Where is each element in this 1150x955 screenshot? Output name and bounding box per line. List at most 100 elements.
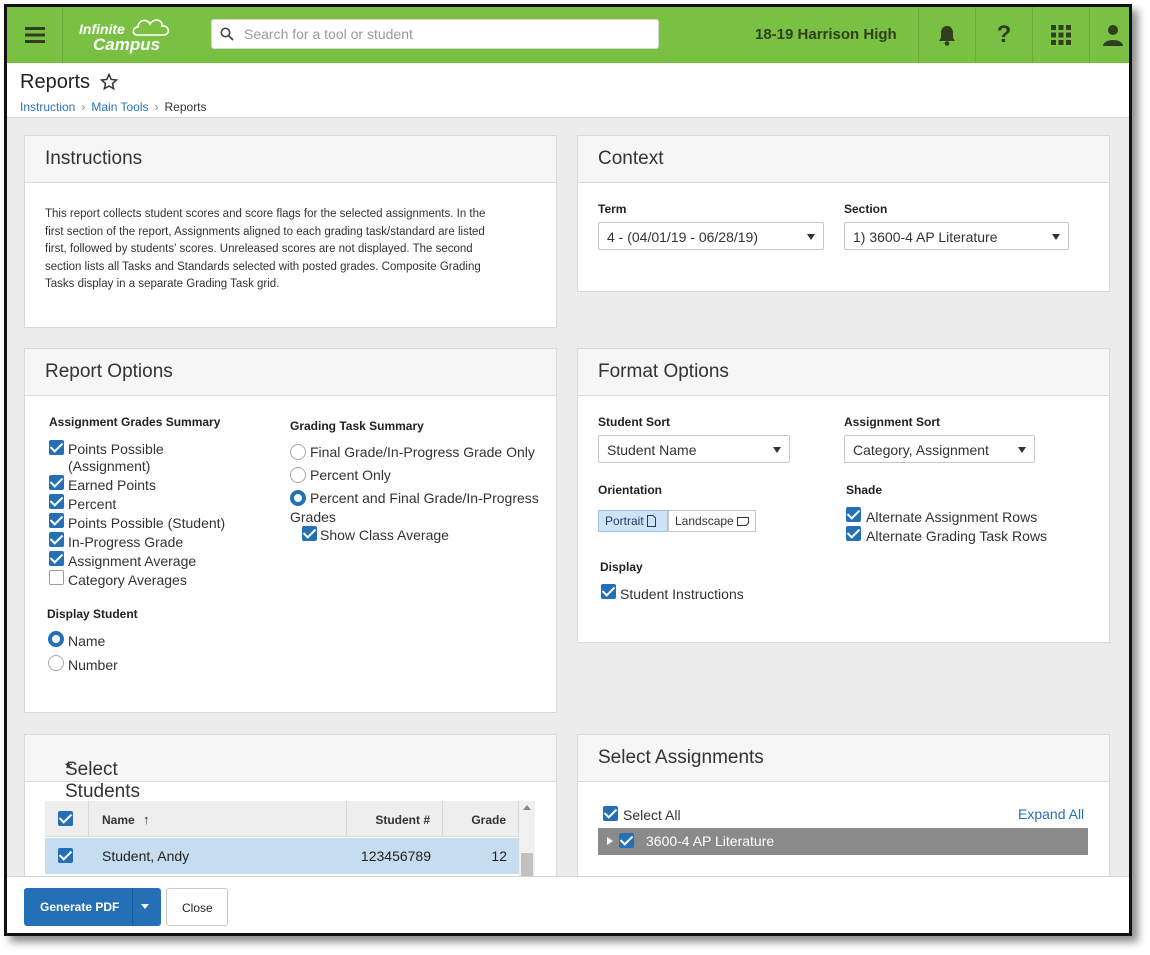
section-assignment-checkbox[interactable] xyxy=(619,833,634,848)
orientation-landscape-button[interactable]: Landscape xyxy=(668,510,756,532)
assignment-tree-node[interactable]: 3600-4 AP Literature xyxy=(598,828,1088,855)
bell-icon xyxy=(939,26,955,46)
orientation-portrait-button[interactable]: Portrait xyxy=(598,510,668,532)
student-instructions-label: Student Instructions xyxy=(620,586,744,602)
notifications-button[interactable] xyxy=(918,7,975,63)
alternate-grading-task-rows-checkbox[interactable] xyxy=(846,526,861,541)
select-assignments-header: Select Assignments xyxy=(578,735,1109,782)
help-button[interactable]: ? xyxy=(975,7,1032,63)
column-header-name[interactable]: Name ↑ xyxy=(89,801,347,837)
alternate-assignment-rows-checkbox[interactable] xyxy=(846,507,861,522)
breadcrumb-instruction[interactable]: Instruction xyxy=(20,100,75,114)
page-title: Reports xyxy=(20,71,91,93)
student-row-checkbox[interactable] xyxy=(58,848,73,863)
alternate-grading-task-rows-label: Alternate Grading Task Rows xyxy=(866,528,1048,544)
assignment-sort-select[interactable]: Category, Assignment xyxy=(844,435,1035,463)
orientation-label: Orientation xyxy=(598,483,663,497)
favorite-star-icon[interactable] xyxy=(100,73,118,91)
table-scrollbar[interactable] xyxy=(519,801,535,881)
percent-checkbox[interactable] xyxy=(49,494,64,509)
select-students-title-text: Select Students xyxy=(65,759,140,802)
generate-pdf-label: Generate PDF xyxy=(40,900,120,914)
student-sort-select[interactable]: Student Name xyxy=(598,435,790,463)
select-all-assignments-label: Select All xyxy=(623,807,681,823)
category-averages-checkbox[interactable] xyxy=(49,570,64,585)
points-possible-assignment-checkbox[interactable] xyxy=(49,440,64,455)
select-students-panel: Select Students * Name ↑ Student # Grade … xyxy=(24,734,557,894)
display-student-number-label: Number xyxy=(68,657,118,673)
assignment-sort-value: Category, Assignment xyxy=(853,442,989,458)
show-class-average-label: Show Class Average xyxy=(320,527,449,543)
select-all-students-checkbox[interactable] xyxy=(58,811,73,826)
breadcrumb-reports: Reports xyxy=(164,100,207,114)
term-select[interactable]: 4 - (04/01/19 - 06/28/19) xyxy=(598,222,824,250)
user-account-button[interactable] xyxy=(1089,7,1129,63)
assignment-average-label: Assignment Average xyxy=(68,553,197,569)
show-class-average-checkbox[interactable] xyxy=(302,526,317,541)
in-progress-grade-checkbox[interactable] xyxy=(49,532,64,547)
close-button[interactable]: Close xyxy=(166,888,228,926)
search-icon xyxy=(220,27,234,41)
caret-down-icon[interactable] xyxy=(141,904,149,909)
breadcrumb-main-tools[interactable]: Main Tools xyxy=(91,100,148,114)
landscape-label: Landscape xyxy=(675,514,734,528)
school-year-label[interactable]: 18-19 Harrison High xyxy=(755,26,897,43)
final-grade-only-label: Final Grade/In-Progress Grade Only xyxy=(310,444,535,460)
column-header-grade-label: Grade xyxy=(471,813,506,827)
select-all-assignments-checkbox[interactable] xyxy=(603,806,618,821)
apps-button[interactable] xyxy=(1032,7,1089,63)
format-options-header: Format Options xyxy=(578,349,1109,396)
in-progress-grade-label: In-Progress Grade xyxy=(68,534,184,550)
display-student-name-radio[interactable] xyxy=(48,631,64,647)
table-row[interactable]: Student, Andy xyxy=(89,838,347,874)
percent-and-final-grade-radio[interactable] xyxy=(290,490,306,506)
section-label: Section xyxy=(844,202,888,216)
format-options-panel: Format Options Student Sort Student Name… xyxy=(577,348,1110,643)
select-assignments-title: Select Assignments xyxy=(598,747,764,768)
search-input[interactable] xyxy=(242,24,642,44)
breadcrumb: Instruction › Main Tools › Reports xyxy=(20,100,207,114)
display-student-number-radio[interactable] xyxy=(48,655,64,671)
section-assignment-label: 3600-4 AP Literature xyxy=(646,833,775,849)
chevron-right-icon: › xyxy=(154,100,159,114)
apps-grid-icon xyxy=(1051,25,1071,45)
scroll-up-arrow-icon[interactable] xyxy=(523,805,531,810)
expand-caret-icon[interactable] xyxy=(607,837,613,845)
action-footer: Generate PDF Close xyxy=(7,876,1129,933)
final-grade-only-radio[interactable] xyxy=(290,444,306,460)
sort-ascending-icon: ↑ xyxy=(143,812,150,827)
caret-down-icon xyxy=(1018,447,1026,453)
caret-down-icon xyxy=(807,234,815,240)
chevron-right-icon: › xyxy=(81,100,86,114)
close-label: Close xyxy=(182,901,213,915)
column-header-name-label: Name xyxy=(102,813,135,827)
points-possible-student-checkbox[interactable] xyxy=(49,513,64,528)
points-possible-student-label: Points Possible (Student) xyxy=(68,515,226,531)
section-value: 1) 3600-4 AP Literature xyxy=(853,229,998,245)
column-header-student-number[interactable]: Student # xyxy=(347,801,443,837)
section-select[interactable]: 1) 3600-4 AP Literature xyxy=(844,222,1069,250)
student-instructions-checkbox[interactable] xyxy=(601,584,616,599)
context-title: Context xyxy=(598,148,664,169)
generate-pdf-button[interactable]: Generate PDF xyxy=(24,888,161,926)
instructions-panel: Instructions This report collects studen… xyxy=(24,135,557,328)
term-value: 4 - (04/01/19 - 06/28/19) xyxy=(607,229,758,245)
caret-down-icon xyxy=(773,447,781,453)
report-options-header: Report Options xyxy=(25,349,556,396)
select-students-header: Select Students * xyxy=(25,735,556,802)
column-header-grade[interactable]: Grade xyxy=(443,801,519,837)
earned-points-checkbox[interactable] xyxy=(49,475,64,490)
instructions-text: This report collects student scores and … xyxy=(45,208,486,290)
column-header-student-number-label: Student # xyxy=(375,813,430,827)
menu-button[interactable] xyxy=(7,7,63,63)
assignment-grades-summary-label: Assignment Grades Summary xyxy=(49,415,221,429)
percent-only-radio[interactable] xyxy=(290,467,306,483)
infinite-campus-logo[interactable]: Infinite Campus xyxy=(79,15,179,55)
student-grade-cell: 12 xyxy=(443,838,519,874)
app-window: Infinite Campus 18-19 Harrison High ? xyxy=(4,4,1132,936)
expand-all-link[interactable]: Expand All xyxy=(1018,806,1084,822)
search-box[interactable] xyxy=(211,19,659,49)
display-student-label: Display Student xyxy=(47,607,138,621)
points-possible-assignment-label: Points Possible xyxy=(68,441,164,457)
assignment-average-checkbox[interactable] xyxy=(49,551,64,566)
